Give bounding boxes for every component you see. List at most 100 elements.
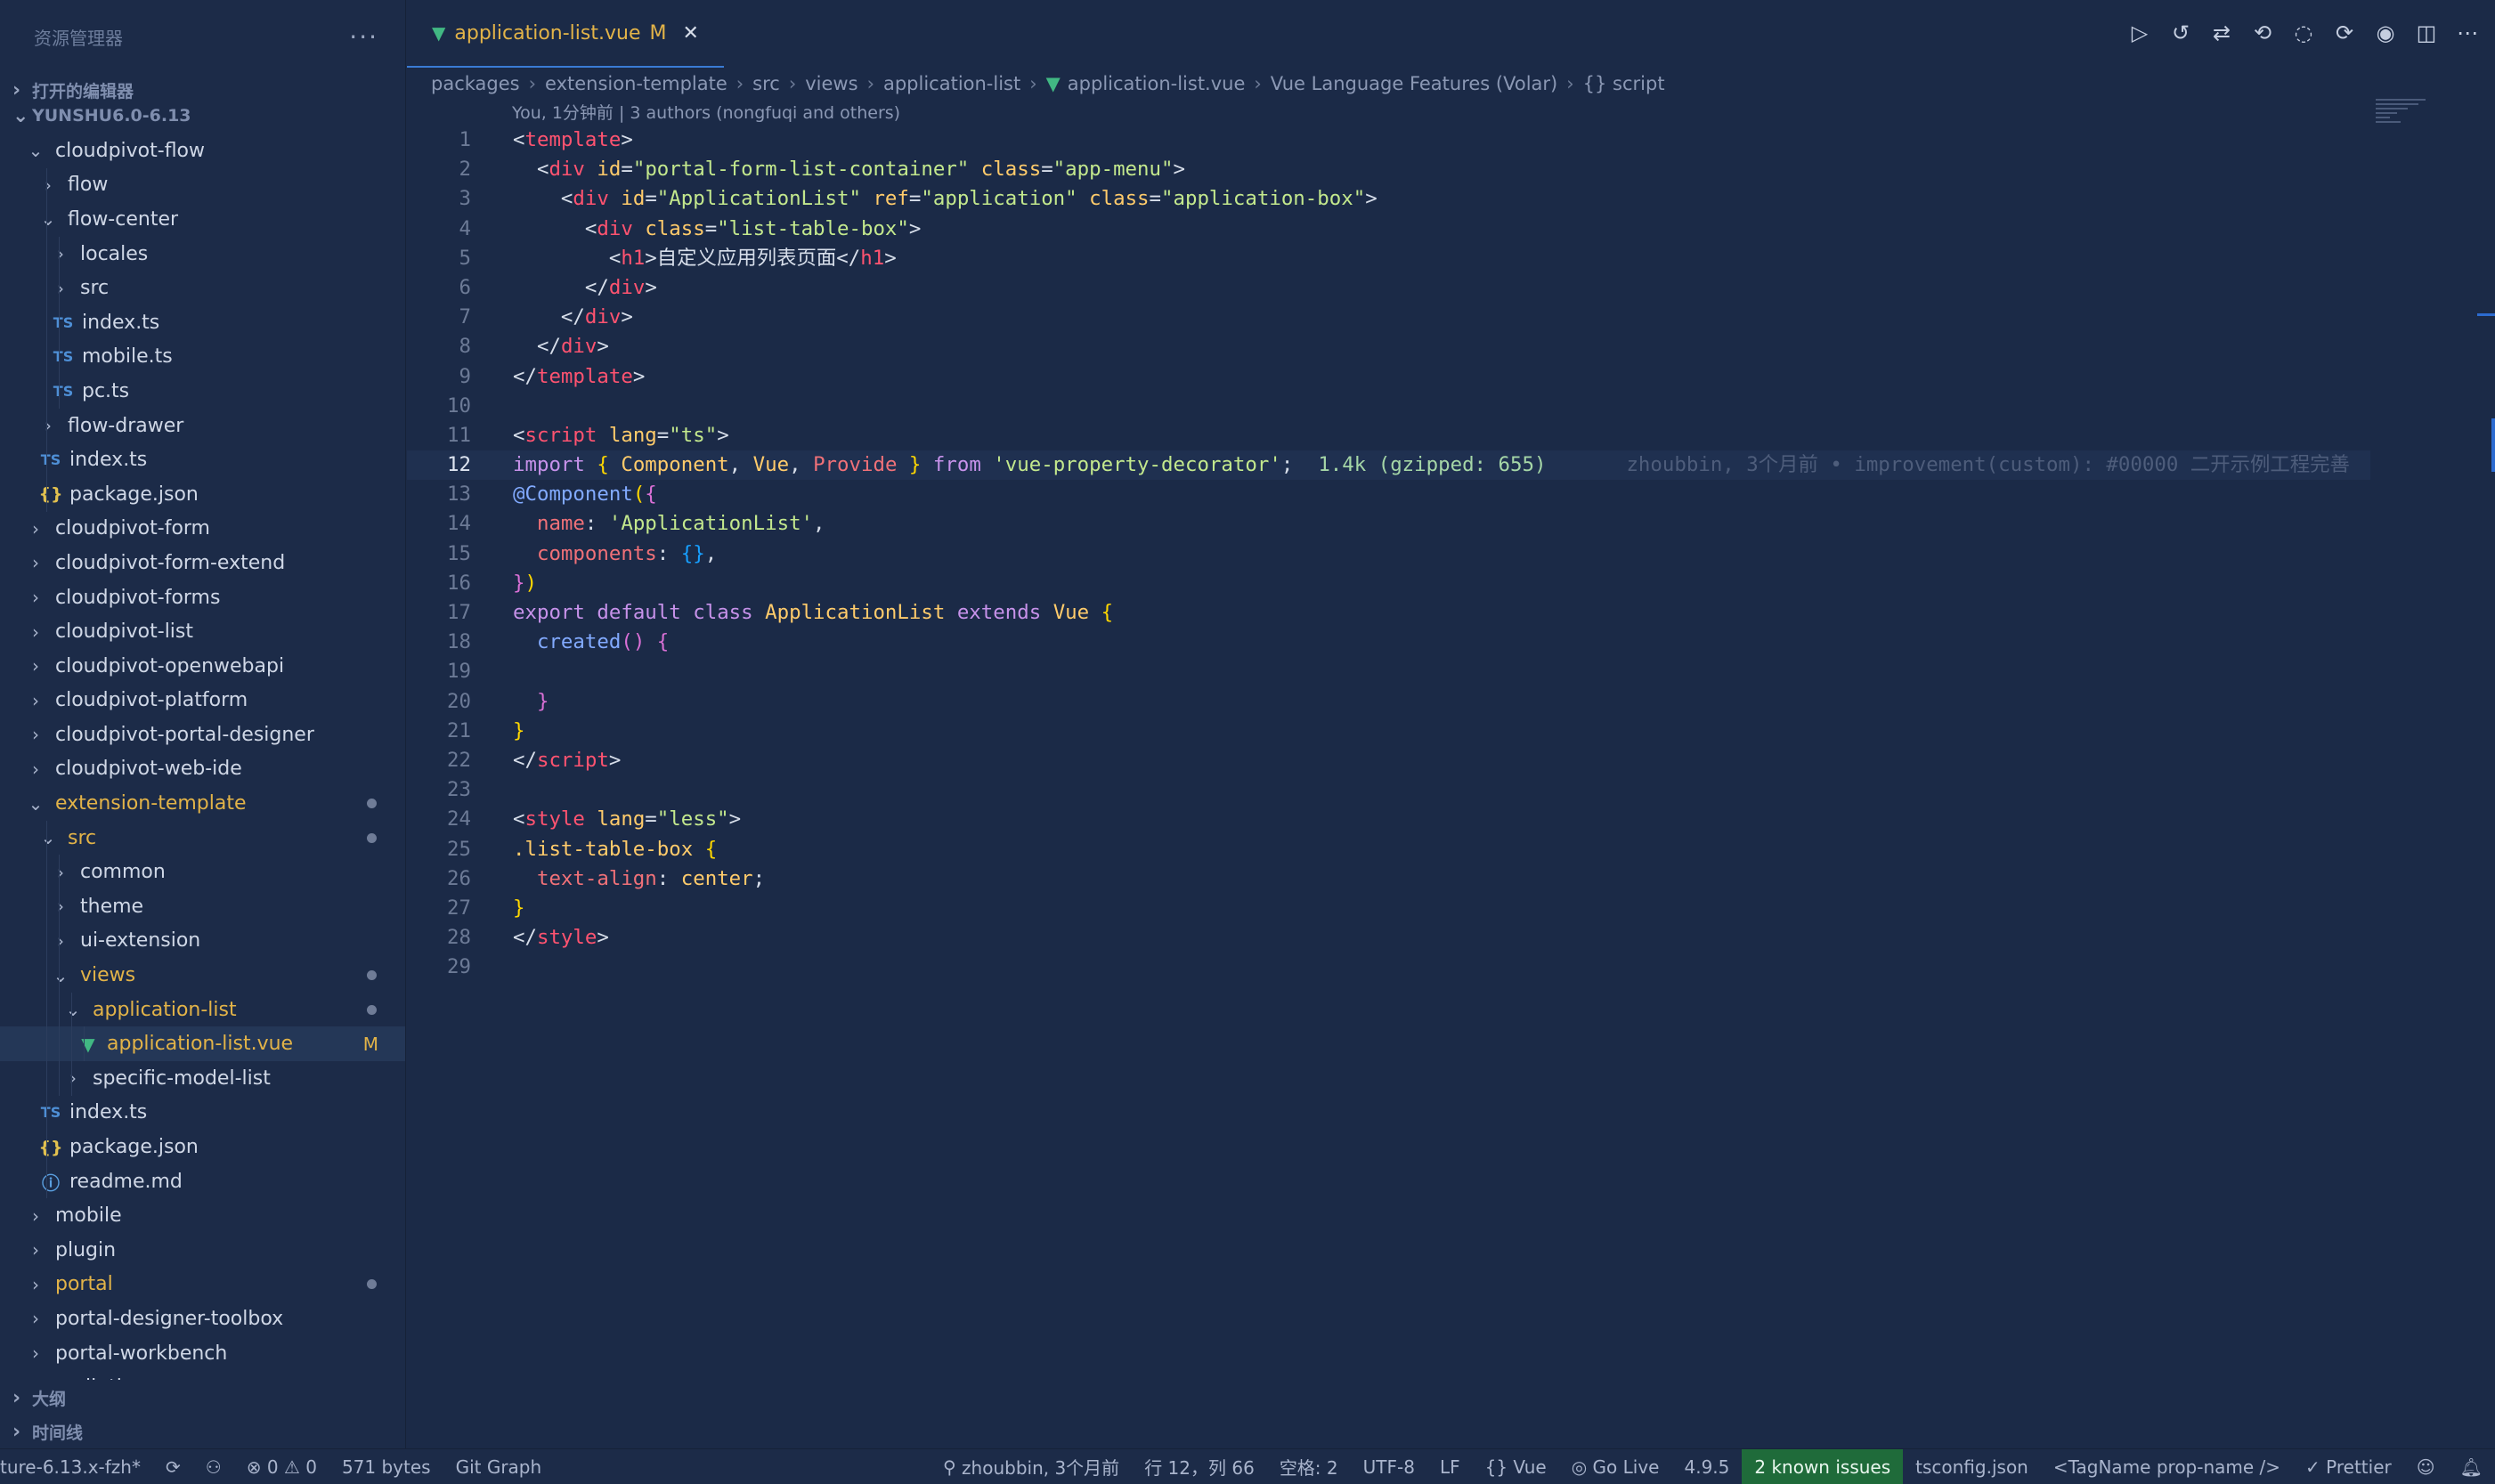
tree-folder[interactable]: › cloudpivot-web-ide bbox=[0, 752, 405, 787]
run-icon[interactable]: ▷ bbox=[2126, 20, 2153, 46]
tree-folder[interactable]: › flow bbox=[0, 167, 405, 203]
language-mode[interactable]: {} Vue bbox=[1473, 1449, 1559, 1484]
prettier-button[interactable]: ✓ Prettier bbox=[2293, 1449, 2404, 1484]
tree-folder[interactable]: › src bbox=[0, 271, 405, 305]
tree-folder[interactable]: › cloudpivot-portal-designer bbox=[0, 718, 405, 752]
tree-file[interactable]: TS index.ts bbox=[0, 1095, 405, 1131]
breadcrumb-item[interactable]: src bbox=[752, 73, 780, 94]
tree-folder[interactable]: › cloudpivot-openwebapi bbox=[0, 649, 405, 684]
tree-file[interactable]: TS index.ts bbox=[0, 442, 405, 477]
tree-folder[interactable]: ⌄ application-list bbox=[0, 992, 405, 1027]
breadcrumb-item[interactable]: application-list.vue bbox=[1068, 73, 1246, 94]
cursor-position[interactable]: 行 12，列 66 bbox=[1132, 1449, 1267, 1484]
tab-bar: ▼ application-list.vue M ✕ ▷ ↺ ⇄ ⟲ ◌ ⟳ ◉… bbox=[407, 0, 2495, 68]
tree-folder[interactable]: › specific-model-list bbox=[0, 1061, 405, 1096]
tree-file[interactable]: ◎ .eslintignore bbox=[0, 1370, 405, 1380]
tree-folder[interactable]: ⌄ src bbox=[0, 820, 405, 856]
breadcrumb-item[interactable]: {} script bbox=[1583, 73, 1665, 94]
tree-folder[interactable]: ⌄ views bbox=[0, 958, 405, 993]
breadcrumb-item[interactable]: extension-template bbox=[545, 73, 727, 94]
next-change-icon[interactable]: ⟳ bbox=[2331, 20, 2358, 46]
json-file-icon: {} bbox=[38, 1137, 63, 1157]
breadcrumb-item[interactable]: views bbox=[805, 73, 857, 94]
tree-folder[interactable]: › plugin bbox=[0, 1233, 405, 1268]
sidebar-bottom-sections: › 大纲 › 时间线 bbox=[0, 1381, 405, 1448]
live-share-icon[interactable]: ⚇ bbox=[193, 1449, 234, 1484]
code-line: 20 } bbox=[447, 689, 549, 713]
tab-application-list-vue[interactable]: ▼ application-list.vue M ✕ bbox=[407, 0, 724, 68]
chevron-right-icon: › bbox=[32, 689, 39, 711]
git-graph-button[interactable]: Git Graph bbox=[443, 1449, 555, 1484]
breadcrumb: packages › extension-template › src › views › ap… bbox=[407, 68, 2495, 100]
close-tab-icon[interactable]: ✕ bbox=[682, 22, 698, 45]
tree-folder[interactable]: › portal-designer-toolbox bbox=[0, 1302, 405, 1336]
tree-folder[interactable]: › portal-workbench bbox=[0, 1336, 405, 1371]
tree-file[interactable]: {} package.json bbox=[0, 1130, 405, 1164]
tree-folder[interactable]: › flow-drawer bbox=[0, 408, 405, 443]
minimap[interactable] bbox=[2376, 96, 2447, 150]
tree-folder[interactable]: › ui-extension bbox=[0, 923, 405, 959]
notifications-icon[interactable]: 🔔︎ bbox=[2448, 1449, 2495, 1484]
sync-icon[interactable]: ⟳ bbox=[153, 1449, 193, 1484]
tree-file[interactable]: ⓘ readme.md bbox=[0, 1164, 405, 1199]
problems-indicator[interactable]: ⊗ 0 ⚠ 0 bbox=[234, 1449, 329, 1484]
tree-item-label: cloudpivot-flow bbox=[55, 139, 206, 162]
go-back-icon[interactable]: ⟲ bbox=[2249, 20, 2276, 46]
tree-file[interactable]: TS index.ts bbox=[0, 304, 405, 340]
code-line: 5 <h1>自定义应用列表页面</h1> bbox=[459, 246, 897, 270]
git-blame-status[interactable]: ⚲ zhoubbin, 3个月前 bbox=[931, 1449, 1132, 1484]
go-live-button[interactable]: ◎ Go Live bbox=[1559, 1449, 1672, 1484]
feedback-icon[interactable]: ☺ bbox=[2404, 1449, 2448, 1484]
tree-folder[interactable]: › cloudpivot-forms bbox=[0, 580, 405, 615]
previous-change-icon[interactable]: ◌ bbox=[2290, 20, 2317, 46]
code-line: 28 </style> bbox=[447, 926, 609, 950]
codelens-authors[interactable]: You, 1分钟前 | 3 authors (nongfuqi and othe… bbox=[407, 100, 2495, 126]
tree-folder[interactable]: › theme bbox=[0, 889, 405, 924]
tree-folder[interactable]: › mobile bbox=[0, 1198, 405, 1233]
tree-folder[interactable]: ⌄ extension-template bbox=[0, 786, 405, 821]
tree-file[interactable]: TS pc.ts bbox=[0, 374, 405, 409]
tree-folder[interactable]: ⌄ cloudpivot-flow bbox=[0, 134, 405, 168]
workspace-section[interactable]: ⌄ YUNSHU6.0-6.13 bbox=[0, 101, 405, 130]
breadcrumb-item[interactable]: Vue Language Features (Volar) bbox=[1271, 73, 1557, 94]
tree-file[interactable]: ▼ application-list.vue M bbox=[0, 1026, 405, 1062]
indentation[interactable]: 空格: 2 bbox=[1267, 1449, 1351, 1484]
status-bar: ture-6.13.x-fzh* ⟳ ⚇ ⊗ 0 ⚠ 0 571 bytes G… bbox=[0, 1448, 2495, 1484]
tree-folder[interactable]: › cloudpivot-platform bbox=[0, 684, 405, 718]
tree-folder[interactable]: › locales bbox=[0, 236, 405, 272]
more-actions-icon[interactable]: ··· bbox=[349, 22, 378, 52]
encoding[interactable]: UTF-8 bbox=[1351, 1449, 1427, 1484]
tree-folder[interactable]: › portal bbox=[0, 1268, 405, 1302]
tree-file[interactable]: {} package.json bbox=[0, 476, 405, 512]
tag-name-style[interactable]: <TagName prop-name /> bbox=[2041, 1449, 2293, 1484]
tree-folder[interactable]: › cloudpivot-list bbox=[0, 614, 405, 649]
tree-folder[interactable]: › common bbox=[0, 855, 405, 890]
code-line: 27} bbox=[447, 896, 525, 920]
breadcrumb-item[interactable]: application-list bbox=[883, 73, 1020, 94]
breadcrumb-item[interactable]: packages bbox=[431, 73, 520, 94]
known-issues-badge[interactable]: 2 known issues bbox=[1742, 1448, 1904, 1484]
ts-version[interactable]: 4.9.5 bbox=[1671, 1449, 1742, 1484]
tsconfig-button[interactable]: tsconfig.json bbox=[1903, 1449, 2041, 1484]
tree-item-label: application-list bbox=[93, 998, 237, 1021]
timeline-section[interactable]: › 时间线 bbox=[0, 1415, 405, 1448]
compare-changes-icon[interactable]: ⇄ bbox=[2208, 20, 2235, 46]
outline-section[interactable]: › 大纲 bbox=[0, 1381, 405, 1415]
tree-item-label: cloudpivot-form-extend bbox=[55, 551, 286, 574]
split-editor-icon[interactable]: ◫ bbox=[2413, 20, 2440, 46]
git-branch[interactable]: ture-6.13.x-fzh* bbox=[0, 1449, 153, 1484]
scrollbar-thumb[interactable] bbox=[2491, 418, 2495, 472]
tree-file[interactable]: TS mobile.ts bbox=[0, 339, 405, 375]
code-line: 13 @Component({ bbox=[447, 483, 657, 507]
ts-file-icon: TS bbox=[53, 348, 74, 366]
more-icon[interactable]: ⋯ bbox=[2454, 20, 2481, 46]
open-editors-label: 打开的编辑器 bbox=[32, 81, 134, 101]
tree-folder[interactable]: › cloudpivot-form-extend bbox=[0, 546, 405, 580]
end-of-line[interactable]: LF bbox=[1427, 1449, 1473, 1484]
code-editor[interactable]: 1 <template> 2 <div id="portal-form-list-… bbox=[407, 126, 2370, 982]
tree-folder[interactable]: › cloudpivot-form bbox=[0, 512, 405, 547]
json-file-icon: {} bbox=[38, 484, 63, 505]
git-lens-icon[interactable]: ◉ bbox=[2372, 20, 2399, 46]
tree-folder[interactable]: ⌄ flow-center bbox=[0, 202, 405, 237]
history-icon[interactable]: ↺ bbox=[2167, 20, 2194, 46]
